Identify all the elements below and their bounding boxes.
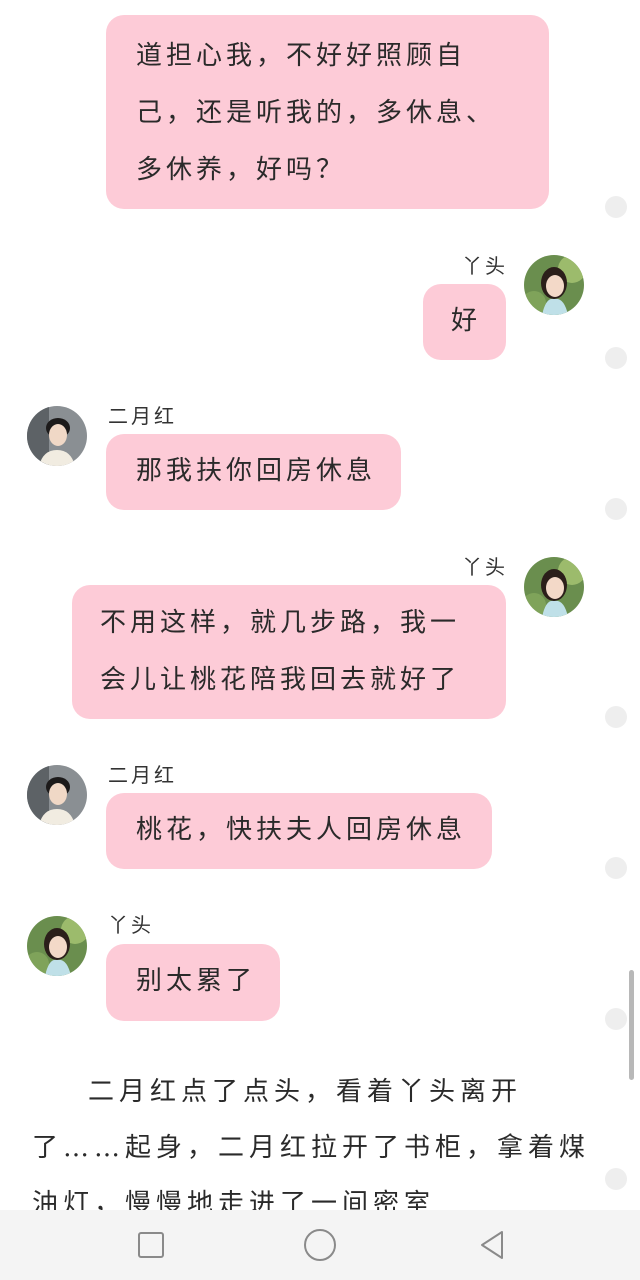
sender-name: 二月红 — [108, 763, 177, 787]
woman-avatar-icon[interactable] — [27, 916, 87, 976]
message-bubble[interactable]: 桃花，快扶夫人回房休息 — [106, 793, 492, 869]
woman-avatar-icon[interactable] — [524, 557, 584, 617]
read-status-dot — [605, 1008, 627, 1030]
message-bubble[interactable]: 道担心我，不好好照顾自 己，还是听我的，多休息、 多休养，好吗？ — [106, 15, 549, 209]
read-status-dot — [605, 857, 627, 879]
square-icon[interactable] — [133, 1227, 169, 1263]
woman-avatar-icon[interactable] — [524, 255, 584, 315]
narration-text: 二月红点了点头，看着丫头离开了……起身，二月红拉开了书柜，拿着煤油灯，慢慢地走进… — [32, 1077, 591, 1210]
read-status-dot — [605, 498, 627, 520]
sender-name: 丫头 — [462, 254, 508, 278]
chat-area[interactable]: 道担心我，不好好照顾自 己，还是听我的，多休息、 多休养，好吗？ 丫头 好 二月… — [0, 0, 640, 1210]
message-bubble[interactable]: 别太累了 — [106, 944, 280, 1021]
read-status-dot — [605, 706, 627, 728]
screen: 道担心我，不好好照顾自 己，还是听我的，多休息、 多休养，好吗？ 丫头 好 二月… — [0, 0, 640, 1280]
scrollbar[interactable] — [629, 970, 634, 1080]
sender-name: 丫头 — [108, 913, 154, 937]
man-avatar-icon[interactable] — [27, 406, 87, 466]
triangle-back-icon[interactable] — [474, 1227, 510, 1263]
system-navigation-bar — [0, 1210, 640, 1280]
read-status-dot — [605, 347, 627, 369]
circle-icon[interactable] — [302, 1227, 338, 1263]
man-avatar-icon[interactable] — [27, 765, 87, 825]
message-bubble[interactable]: 那我扶你回房休息 — [106, 434, 401, 510]
message-bubble[interactable]: 好 — [423, 284, 506, 360]
sender-name: 丫头 — [462, 555, 508, 579]
read-status-dot — [605, 196, 627, 218]
message-bubble[interactable]: 不用这样，就几步路，我一 会儿让桃花陪我回去就好了 — [72, 585, 506, 719]
read-status-dot — [605, 1168, 627, 1190]
sender-name: 二月红 — [108, 404, 177, 428]
